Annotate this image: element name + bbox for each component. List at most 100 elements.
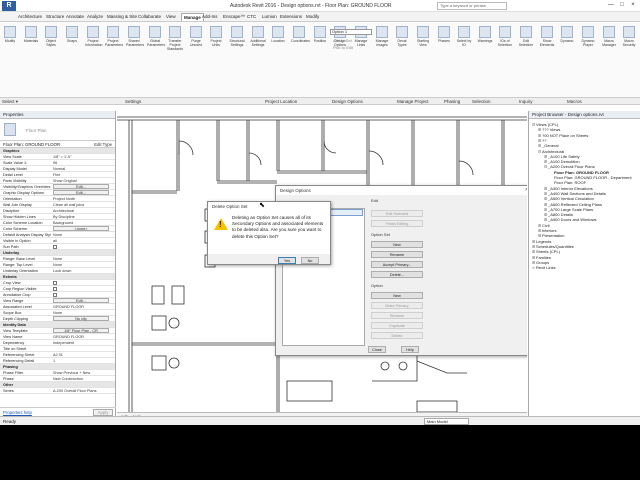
browser-node[interactable]: ⊞_A300 Interior Elevations [544, 186, 593, 191]
help-button[interactable]: Help [401, 346, 419, 353]
property-checkbox[interactable] [53, 245, 57, 249]
maximize-button[interactable]: □ [617, 1, 627, 10]
coordinates-button[interactable]: Coordinates [291, 26, 310, 43]
object-styles-button[interactable]: Object Styles [43, 26, 59, 47]
select-by-id-button[interactable]: Select by ID [456, 26, 472, 47]
global-parameters-button[interactable]: Global Parameters [147, 26, 165, 47]
structural-settings-button[interactable]: Structural Settings [229, 26, 245, 47]
tab-analyze[interactable]: Analyze [85, 13, 105, 21]
property-edit-button[interactable]: Edit... [53, 190, 109, 195]
option-rename-button[interactable]: Rename [371, 312, 423, 319]
browser-node[interactable]: ⊞Civil [538, 223, 550, 228]
browser-node[interactable]: ⊞_General [538, 143, 558, 148]
browser-node[interactable]: ⊞_A400 Wall Sections and Details [544, 191, 606, 196]
warnings-button[interactable]: Warnings [477, 26, 493, 43]
project-parameters-button[interactable]: Project Parameters [105, 26, 123, 47]
tab-collaborate[interactable]: Collaborate [136, 13, 163, 21]
macro-security-button[interactable]: Macro Security [621, 26, 637, 47]
tab-view[interactable]: View [164, 13, 178, 21]
phases-button[interactable]: Phases [436, 26, 452, 43]
ids-of-selection-button[interactable]: IDs of Selection [497, 26, 513, 47]
browser-node[interactable]: ⊞Legends [532, 239, 551, 244]
manage-images-button[interactable]: Manage Images [374, 26, 390, 47]
transfer-project-standards-button[interactable]: Transfer Project Standards [167, 26, 183, 51]
edit-type-button[interactable]: Edit Type [94, 141, 112, 148]
position-button[interactable]: Position [312, 26, 328, 43]
option-duplicate-button[interactable]: Duplicate [371, 322, 423, 329]
option-set-new-button[interactable]: New [371, 241, 423, 248]
tab-modify[interactable]: Modify [304, 13, 321, 21]
browser-node[interactable]: ⊟_A200 Overall Floor Plans [544, 164, 595, 169]
tab-architecture[interactable]: Architecture [16, 13, 44, 21]
decal-types-button[interactable]: Decal Types [394, 26, 410, 47]
option-new-button[interactable]: New [371, 292, 423, 299]
property-edit-button[interactable]: <none> [53, 226, 109, 231]
properties-help-link[interactable]: Properties help [3, 410, 32, 415]
snaps-button[interactable]: Snaps [64, 26, 80, 43]
tab-extensions[interactable]: Extensions [278, 13, 304, 21]
browser-node[interactable]: Floor Plan: GROUND FLOOR - Department [550, 175, 632, 180]
property-checkbox[interactable] [53, 287, 57, 291]
shared-parameters-button[interactable]: Shared Parameters [126, 26, 144, 47]
tab-add-ins[interactable]: Add-Ins [200, 13, 220, 21]
active-design-option-field[interactable]: Main Model [424, 418, 469, 425]
delete-option-set-dialog[interactable]: Delete Option Set ! Deleting an Option S… [207, 201, 331, 265]
no-button[interactable]: No [301, 257, 319, 264]
property-edit-button[interactable]: Edit... [53, 298, 109, 303]
browser-node[interactable]: ⊞?? [538, 138, 546, 143]
browser-node[interactable]: ∞Revit Links [532, 265, 556, 270]
search-input[interactable]: Type a keyword or phrase [437, 2, 507, 10]
browser-node[interactable]: ⊞Sheets (CPL) [532, 249, 560, 254]
tab-structure[interactable]: Structure [44, 13, 66, 21]
project-information-button[interactable]: Project Information [85, 26, 103, 47]
additional-settings-button[interactable]: Additional Settings [250, 26, 266, 47]
browser-node[interactable]: ⊞_A800 Details [544, 212, 573, 217]
active-option-select[interactable]: Option 1 [330, 29, 372, 35]
edit-selection-button[interactable]: Edit Selection [518, 26, 534, 47]
edit-finish-editing-button[interactable]: Finish Editing [371, 220, 423, 227]
type-selector[interactable]: Floor Plan [0, 119, 115, 141]
property-edit-button[interactable]: No clip [53, 316, 109, 321]
tab-ctc[interactable]: CTC [245, 13, 258, 21]
property-value[interactable]: A-200 Overall Floor Plans [53, 388, 113, 393]
dynamo-player-button[interactable]: Dynamo Player [580, 26, 596, 47]
materials-button[interactable]: Materials [23, 26, 39, 43]
purge-unused-button[interactable]: Purge Unused [188, 26, 204, 47]
browser-node[interactable]: ⊞Presentation [538, 233, 564, 238]
browser-node[interactable]: ⊟Views (CPL) [532, 122, 558, 127]
property-edit-button[interactable]: Edit... [53, 184, 109, 189]
browser-node[interactable]: ⊞Interiors [538, 228, 556, 233]
browser-node[interactable]: ⊞Schedules/Quantities [532, 244, 574, 249]
option-set-delete-button[interactable]: Delete... [371, 271, 423, 278]
property-checkbox[interactable] [53, 281, 57, 285]
drawing-canvas[interactable]: Design Options × Edit Option Set Option … [117, 111, 527, 412]
browser-node[interactable]: ⊞_A500 Vertical Circulation [544, 196, 594, 201]
dynamo-button[interactable]: Dynamo [559, 26, 575, 43]
tab-lumion[interactable]: Lumion [260, 13, 279, 21]
close-dialog-button[interactable]: Close [368, 346, 386, 353]
starting-view-button[interactable]: Starting View [415, 26, 431, 47]
browser-node[interactable]: Floor Plan: GROUND FLOOR [550, 170, 609, 175]
browser-node[interactable]: ⊞Families [532, 255, 551, 260]
tab-annotate[interactable]: Annotate [64, 13, 86, 21]
browser-node[interactable]: Floor Plan: ROOF [550, 180, 586, 185]
modify-button[interactable]: Modify [2, 26, 18, 43]
select-dropdown[interactable]: Select ▾ [2, 99, 18, 105]
browser-node[interactable]: ⊞_A600 Reflected Ceiling Plans [544, 202, 602, 207]
browser-node[interactable]: ⊞_A100 Life Safety [544, 154, 580, 159]
revit-logo-icon[interactable]: R [2, 1, 16, 11]
minimize-button[interactable]: — [606, 1, 616, 10]
instance-selector[interactable]: Floor Plan: GROUND FLOOR Edit Type [0, 141, 115, 148]
show-elements-button[interactable]: Show Elements [539, 26, 555, 47]
location-button[interactable]: Location [270, 26, 286, 43]
design-options-close-icon[interactable]: × [525, 186, 527, 195]
pick-to-edit-button[interactable]: Pick to Edit [333, 45, 353, 50]
tab-massing-site[interactable]: Massing & Site [105, 13, 139, 21]
option-delete-button[interactable]: Delete [371, 332, 423, 339]
property-checkbox[interactable] [53, 293, 57, 297]
option-set-accept-primary-button[interactable]: Accept Primary... [371, 261, 423, 268]
browser-node[interactable]: ⊞??? Views [538, 127, 560, 132]
close-button[interactable]: × [628, 1, 638, 10]
project-units-button[interactable]: Project Units [208, 26, 224, 47]
browser-node[interactable]: ⊞_A900 Doors and Windows [544, 217, 596, 222]
